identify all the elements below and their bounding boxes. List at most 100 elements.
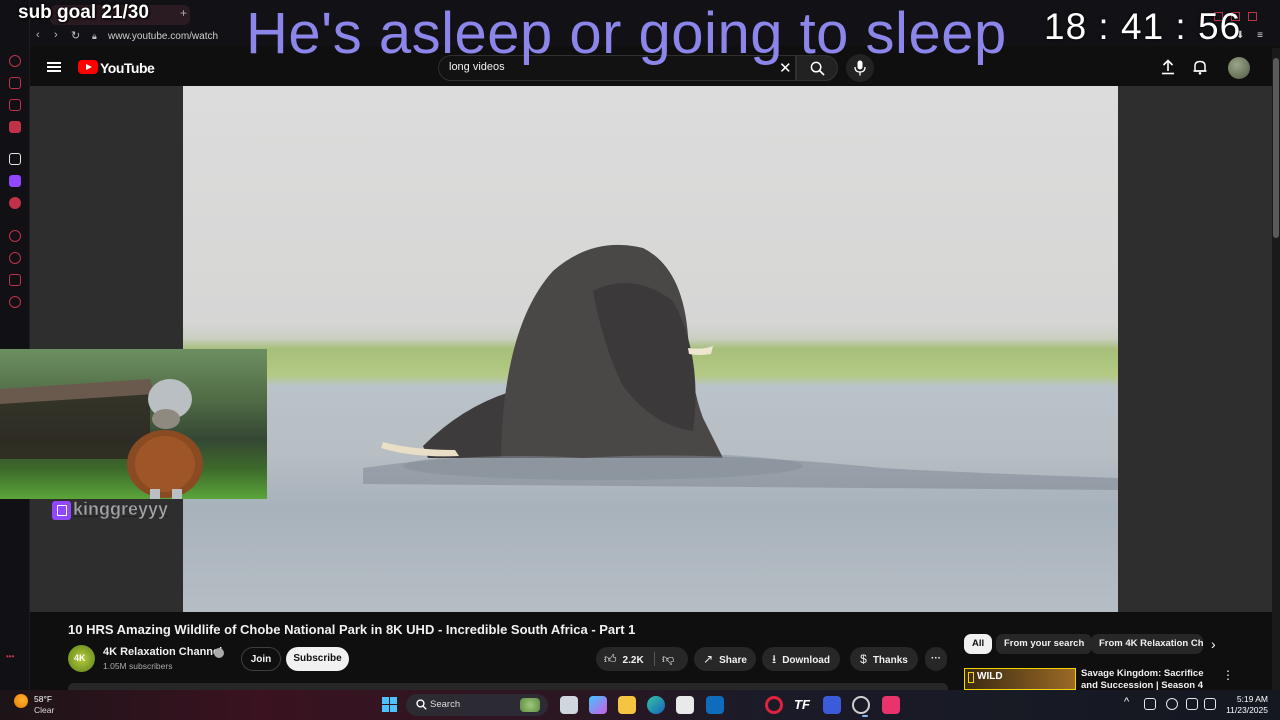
join-button[interactable]: Join [241,647,281,671]
task-view-icon[interactable] [560,696,578,714]
channel-avatar-label: 4K [74,653,86,663]
twitch-icon[interactable] [9,175,21,187]
app-icon[interactable] [9,153,21,165]
webcam-scene [0,379,203,499]
aria-icon[interactable] [9,55,21,67]
browser-sidebar: ••• [0,0,30,690]
network-icon[interactable] [1186,698,1198,710]
download-icon: ⭳ [772,652,777,666]
app-icon[interactable] [9,197,21,209]
dislike-button[interactable]: 👎︎ [662,647,680,673]
more-actions-button[interactable]: ··· [925,647,947,671]
menu-icon[interactable] [47,62,61,72]
stream-clock: 18 : 41 : 56 [1044,6,1242,47]
thanks-label: Thanks [872,655,908,666]
screen: ••• + ‹ › ↻ 🔒︎ www.youtube.com/watch ⬇ ≡… [0,0,1280,720]
thumbs-down-icon: 👎︎ [662,652,675,666]
divider [654,652,655,666]
like-button[interactable]: 👍︎ 2.2K [604,647,644,673]
windows-taskbar: 58°F Clear Search TF ^ 5:19 AM 11/23/202… [0,690,1280,720]
crypto-wallet-icon[interactable] [9,77,21,89]
kebab-menu-icon[interactable]: ⋮ [1222,668,1234,682]
media-icon[interactable] [9,121,21,133]
verified-badge-icon [214,648,224,658]
app-icon[interactable] [823,696,841,714]
weather-condition[interactable]: Clear [34,705,54,715]
more-icon: ··· [931,653,941,664]
like-dislike-group: 👍︎ 2.2K 👎︎ [596,647,688,671]
sync-icon[interactable] [1144,698,1156,710]
subscriber-count: 1.05M subscribers [103,661,173,671]
search-highlight-icon [520,698,540,712]
active-app-indicator [862,715,868,717]
channel-avatar[interactable]: 4K [68,645,95,672]
pinboard-icon[interactable] [9,274,21,286]
subscribe-button[interactable]: Subscribe [286,647,349,671]
subscribe-label: Subscribe [293,653,342,664]
thanks-icon: $ [860,652,867,666]
share-icon: ↗ [703,652,714,666]
video-player[interactable] [183,86,1118,612]
history-icon[interactable] [9,252,21,264]
lock-icon: 🔒︎ [92,31,97,41]
forward-icon[interactable]: › [54,29,58,41]
close-icon[interactable] [1248,12,1257,21]
opera-icon[interactable] [765,696,783,714]
new-tab-icon[interactable]: + [180,6,187,20]
share-label: Share [719,655,747,666]
obs-icon[interactable] [852,696,870,714]
copilot-icon[interactable] [589,696,607,714]
stream-status-text: He's asleep or going to sleep [246,1,1007,66]
microphone-icon[interactable] [1166,698,1178,710]
channel-name[interactable]: 4K Relaxation Channel [103,646,222,658]
taskbar-search[interactable]: Search [406,694,548,716]
youtube-logo-text[interactable]: YouTube [100,60,155,76]
share-button[interactable]: ↗ Share [694,647,756,671]
sub-goal-counter: sub goal 21/30 [18,2,149,23]
account-avatar[interactable] [1228,57,1250,79]
streamer-name: kinggreyyy [73,499,169,519]
join-label: Join [250,654,272,665]
clock-time[interactable]: 5:19 AM [1226,694,1268,704]
like-count: 2.2K [622,655,644,666]
scrollbar-thumb[interactable] [1273,58,1279,238]
thanks-button[interactable]: $ Thanks [850,647,918,671]
search-icon [416,699,427,710]
thumbs-up-icon: 👍︎ [604,652,617,666]
page-scrollbar[interactable] [1272,48,1280,690]
chip-from-your-search[interactable]: From your search [996,634,1093,654]
video-title: 10 HRS Amazing Wildlife of Chobe Nationa… [68,622,636,637]
notifications-icon[interactable] [1192,59,1208,75]
webcam-overlay [0,349,267,499]
related-video-title[interactable]: Savage Kingdom: Sacrifice and Succession… [1081,668,1216,690]
chevron-right-icon[interactable]: › [1211,636,1216,652]
taskbar-search-label: Search [430,699,461,710]
youtube-logo-icon[interactable] [78,60,98,74]
messenger-icon[interactable] [9,99,21,111]
edge-icon[interactable] [647,696,665,714]
file-explorer-icon[interactable] [618,696,636,714]
start-button[interactable] [382,697,398,713]
clock-date[interactable]: 11/23/2025 [1214,705,1268,715]
twitch-icon [52,501,71,520]
weather-moon-icon[interactable] [14,694,28,708]
thumbnail-label: WILD [977,671,1003,682]
tiktok-icon[interactable] [882,696,900,714]
tray-overflow-icon[interactable]: ^ [1124,696,1129,708]
store-icon[interactable] [676,696,694,714]
more-icon[interactable]: ••• [6,652,14,661]
upload-icon[interactable] [1160,59,1176,75]
settings-icon[interactable] [9,296,21,308]
related-video-thumbnail[interactable]: WILD [964,668,1076,690]
back-icon[interactable]: ‹ [36,29,40,41]
url-field[interactable]: www.youtube.com/watch [108,31,218,42]
player-icon[interactable] [9,230,21,242]
download-button[interactable]: ⭳ Download [762,647,840,671]
outlook-icon[interactable] [706,696,724,714]
app-icon[interactable]: TF [794,696,812,714]
natgeo-frame-icon [968,672,974,683]
chip-from-channel[interactable]: From 4K Relaxation Channel [1091,634,1203,654]
weather-temperature[interactable]: 58°F [34,694,52,704]
reload-icon[interactable]: ↻ [71,29,80,42]
chip-all[interactable]: All [964,634,993,654]
